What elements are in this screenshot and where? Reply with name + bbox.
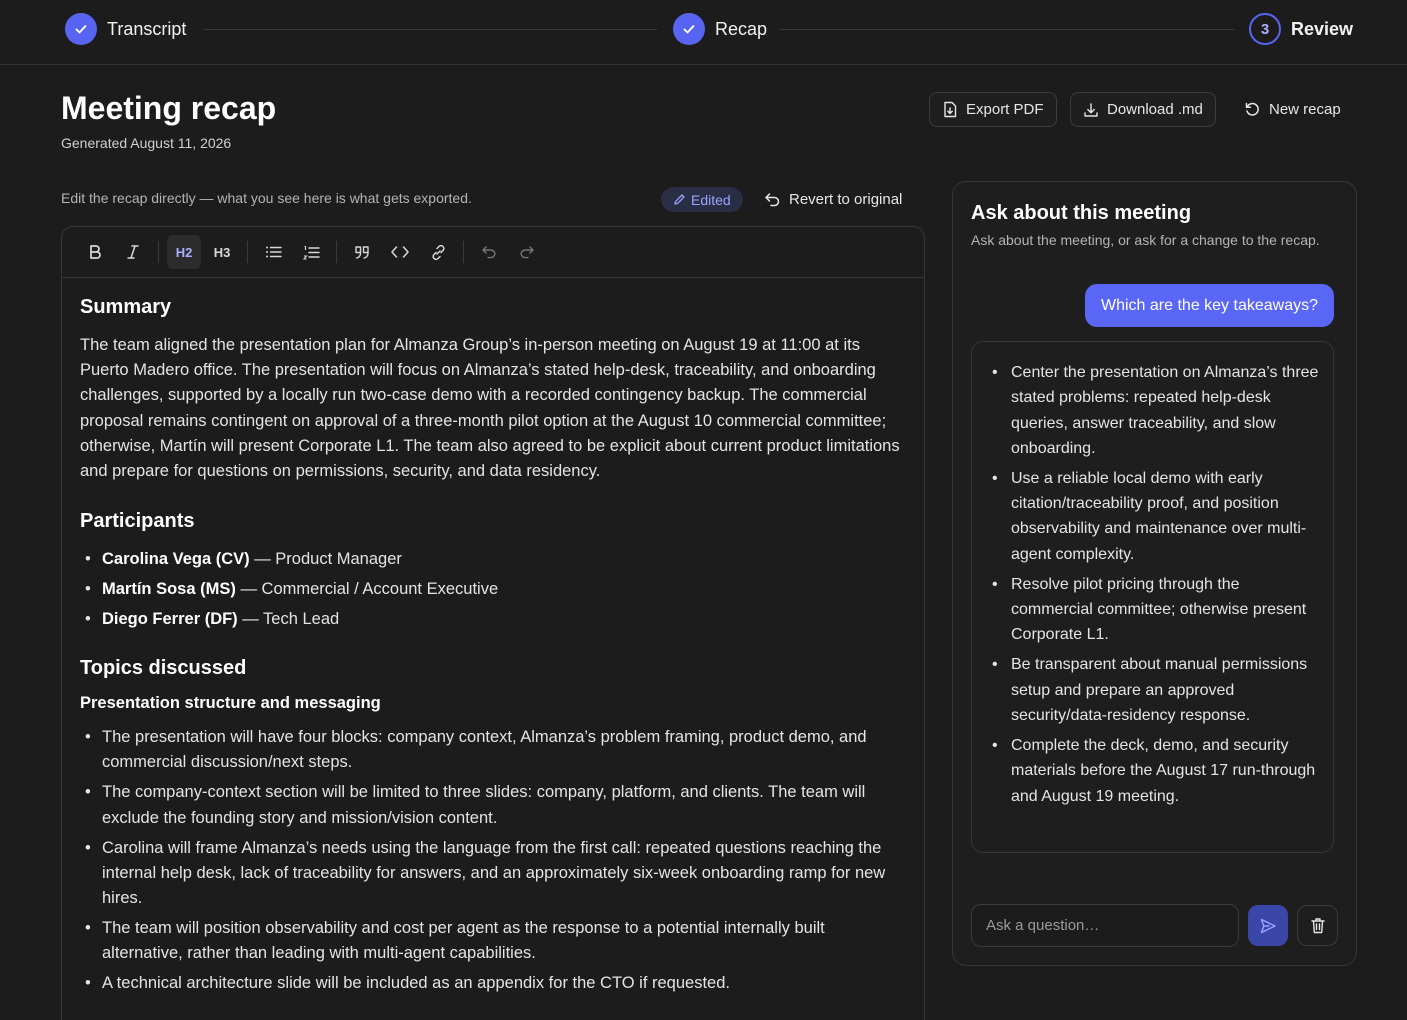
new-recap-label: New recap (1269, 101, 1341, 118)
step-label: Review (1291, 18, 1354, 39)
toolbar-divider (247, 241, 248, 263)
step-label: Transcript (107, 18, 187, 39)
download-icon (1084, 102, 1098, 117)
toolbar-divider (463, 241, 464, 263)
edit-hint: Edit the recap directly — what you see h… (61, 190, 472, 206)
export-pdf-button[interactable]: Export PDF (929, 92, 1057, 127)
quote-icon (354, 245, 369, 259)
step-number: 3 (1249, 13, 1281, 45)
list-item: A technical architecture slide will be i… (80, 971, 906, 996)
user-message: Which are the key takeaways? (1085, 284, 1334, 327)
file-export-icon (944, 101, 957, 118)
blockquote-button[interactable] (345, 235, 379, 269)
participant-name: Carolina Vega (CV) (102, 550, 250, 569)
italic-icon (127, 245, 139, 259)
summary-paragraph: The team aligned the presentation plan f… (80, 336, 900, 481)
topics-list: The presentation will have four blocks: … (80, 725, 906, 996)
question-input[interactable] (971, 904, 1239, 947)
h3-label: H3 (213, 244, 231, 260)
toolbar-divider (336, 241, 337, 263)
list-item: Use a reliable local demo with early cit… (990, 466, 1319, 567)
link-icon (431, 244, 445, 260)
list-item: Martín Sosa (MS) — Commercial / Account … (80, 577, 906, 602)
link-button[interactable] (421, 235, 455, 269)
participants-list: Carolina Vega (CV) — Product Manager Mar… (80, 547, 906, 632)
list-item: Center the presentation on Almanza’s thr… (990, 360, 1319, 461)
download-md-label: Download .md (1107, 101, 1203, 118)
bold-icon (90, 245, 101, 259)
topics-heading: Topics discussed (80, 657, 247, 680)
meeting-chat-panel: Ask about this meeting Ask about the mee… (952, 181, 1357, 966)
code-button[interactable] (383, 235, 417, 269)
participant-role: — Product Manager (249, 550, 402, 569)
step-review[interactable]: 3 Review (1249, 13, 1353, 45)
pencil-icon (674, 194, 685, 205)
numbered-list-button[interactable] (294, 235, 328, 269)
list-item: Be transparent about manual permissions … (990, 652, 1319, 728)
list-item: Carolina will frame Almanza’s needs usin… (80, 836, 906, 912)
check-icon (673, 13, 705, 45)
progress-stepper: Transcript Recap 3 Review (0, 0, 1407, 65)
italic-button[interactable] (116, 235, 150, 269)
toolbar-divider (158, 241, 159, 263)
export-pdf-label: Export PDF (966, 101, 1044, 118)
revert-label: Revert to original (789, 190, 903, 208)
editor-toolbar: H2 H3 (62, 227, 924, 278)
check-icon (65, 13, 97, 45)
recap-document[interactable]: Summary The team aligned the presentatio… (62, 278, 924, 997)
undo-button[interactable] (472, 235, 506, 269)
send-button[interactable] (1248, 905, 1288, 946)
numbered-list-icon (302, 245, 320, 260)
page-title: Meeting recap (61, 90, 277, 126)
h2-label: H2 (175, 244, 193, 260)
bullet-list-button[interactable] (256, 235, 290, 269)
recap-editor[interactable]: H2 H3 Summary The team aligned the prese… (61, 226, 925, 1020)
step-connector (204, 29, 657, 30)
edited-label: Edited (691, 191, 731, 208)
revert-button[interactable]: Revert to original (764, 186, 902, 212)
list-item: The presentation will have four blocks: … (80, 725, 906, 775)
undo-icon (482, 246, 496, 259)
undo-icon (765, 192, 780, 206)
step-transcript[interactable]: Transcript (65, 13, 186, 45)
summary-heading: Summary (80, 296, 172, 318)
chat-subtitle: Ask about the meeting, or ask for a chan… (971, 232, 1320, 248)
heading-3-button[interactable]: H3 (205, 235, 239, 269)
download-md-button[interactable]: Download .md (1070, 92, 1216, 127)
assistant-message: Center the presentation on Almanza’s thr… (971, 341, 1334, 853)
bold-button[interactable] (78, 235, 112, 269)
step-label: Recap (715, 18, 768, 39)
clear-chat-button[interactable] (1297, 905, 1338, 946)
refresh-icon (1245, 102, 1259, 116)
new-recap-button[interactable]: New recap (1234, 92, 1351, 127)
participant-role: — Commercial / Account Executive (235, 580, 499, 599)
list-item: Carolina Vega (CV) — Product Manager (80, 547, 906, 572)
redo-button[interactable] (510, 235, 544, 269)
subtopic-heading: Presentation structure and messaging (80, 694, 381, 713)
trash-icon (1310, 918, 1325, 934)
redo-icon (520, 246, 534, 259)
list-item: The team will position observability and… (80, 916, 906, 966)
takeaways-list: Center the presentation on Almanza’s thr… (990, 360, 1319, 809)
list-item: Diego Ferrer (DF) — Tech Lead (80, 607, 906, 632)
list-item: The company-context section will be limi… (80, 780, 906, 830)
bullet-list-icon (265, 246, 282, 258)
generated-date: Generated August 11, 2026 (61, 135, 232, 151)
list-item: Resolve pilot pricing through the commer… (990, 572, 1319, 648)
participant-role: — Tech Lead (237, 610, 340, 629)
list-item: Complete the deck, demo, and security ma… (990, 733, 1319, 809)
step-connector (780, 29, 1234, 30)
step-recap[interactable]: Recap (673, 13, 767, 45)
participants-heading: Participants (80, 510, 195, 533)
code-icon (391, 246, 409, 258)
chat-title: Ask about this meeting (971, 202, 1192, 224)
heading-2-button[interactable]: H2 (167, 235, 201, 269)
send-icon (1260, 918, 1276, 933)
edited-badge: Edited (661, 187, 743, 212)
participant-name: Diego Ferrer (DF) (102, 610, 238, 629)
participant-name: Martín Sosa (MS) (102, 580, 236, 599)
